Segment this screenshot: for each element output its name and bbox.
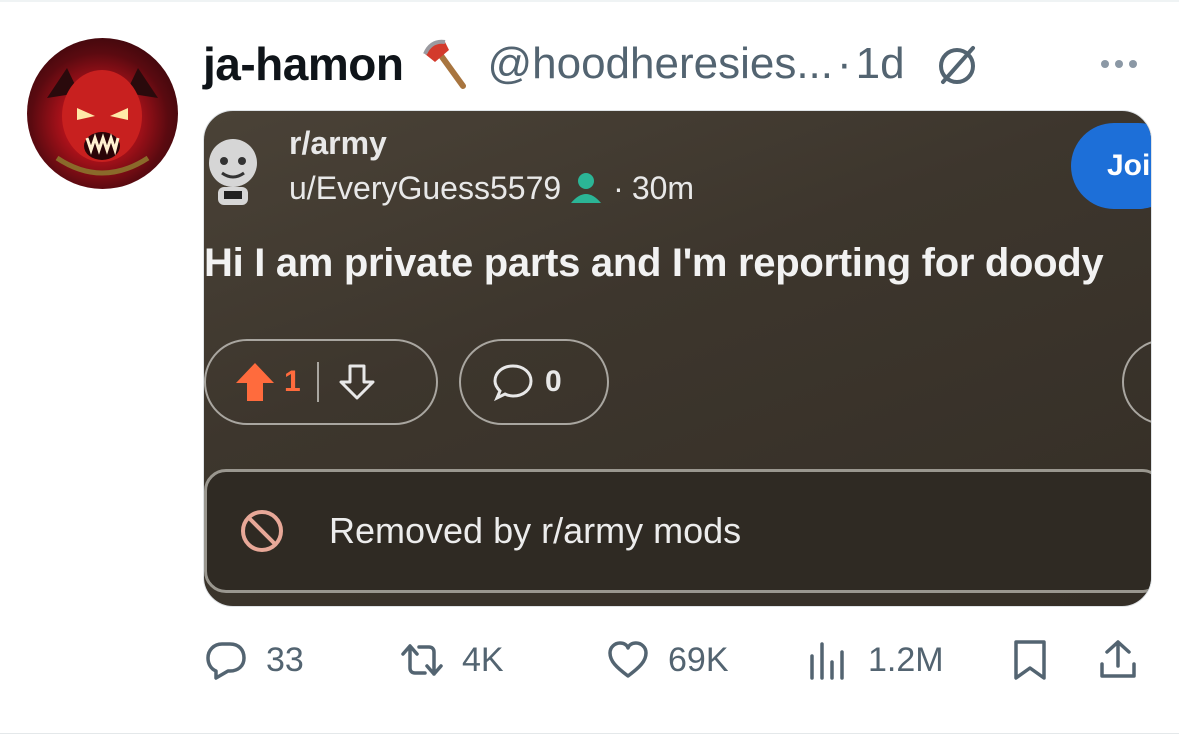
share-pill-partial: [1122, 339, 1151, 425]
views-button[interactable]: 1.2M: [806, 630, 944, 690]
repost-button[interactable]: 4K: [400, 630, 504, 690]
removed-notice: Removed by r/army mods: [204, 469, 1151, 593]
axe-emoji-icon: [423, 39, 467, 89]
vote-divider: [316, 362, 319, 402]
embedded-screenshot[interactable]: r/army u/EveryGuess5579 · 30m Joi Hi I a…: [203, 110, 1152, 607]
views-count: 1.2M: [868, 640, 944, 679]
avatar-image: [47, 68, 158, 176]
author-row: u/EveryGuess5579 · 30m: [289, 169, 694, 207]
removed-text: Removed by r/army mods: [329, 510, 742, 551]
comment-pill: 0: [459, 339, 609, 425]
subreddit-name: r/army: [289, 125, 387, 161]
post-time[interactable]: 1d: [856, 39, 905, 89]
avatar[interactable]: [27, 38, 178, 189]
join-button: Joi: [1071, 123, 1151, 209]
post-title: Hi I am private parts and I'm reporting …: [204, 241, 1104, 285]
bookmark-icon: [1014, 640, 1046, 680]
top-divider: [0, 0, 1179, 2]
like-count: 69K: [668, 640, 729, 679]
reply-count: 33: [266, 640, 304, 679]
share-icon: [1100, 640, 1136, 678]
downvote-icon: [339, 364, 375, 400]
more-icon[interactable]: [1095, 40, 1143, 88]
like-button[interactable]: 69K: [606, 630, 729, 690]
grok-icon[interactable]: [933, 40, 981, 88]
display-name[interactable]: ja-hamon: [203, 37, 404, 91]
header-separator: ·: [837, 39, 852, 88]
author-separator: ·: [613, 169, 624, 206]
reply-button[interactable]: 33: [204, 630, 304, 690]
upvote-count: 1: [284, 365, 301, 398]
removed-icon: [241, 510, 283, 552]
snoo-avatar-icon: [209, 139, 257, 205]
comment-count: 0: [545, 365, 562, 398]
like-icon: [608, 641, 648, 678]
views-icon: [810, 642, 844, 680]
post-age: 30m: [631, 169, 695, 206]
person-icon: [571, 173, 602, 203]
tweet-header: ja-hamon @hoodheresies... · 1d: [203, 32, 1163, 96]
bookmark-button[interactable]: [1008, 630, 1052, 690]
repost-count: 4K: [462, 640, 504, 679]
handle[interactable]: @hoodheresies...: [487, 39, 833, 89]
repost-icon: [401, 644, 443, 676]
reply-icon: [206, 642, 246, 680]
upvote-icon: [236, 363, 274, 401]
comment-bubble-icon: [493, 364, 533, 402]
share-button[interactable]: [1096, 630, 1140, 690]
action-bar: 33 4K 69K 1.2M: [0, 630, 1179, 690]
post-author: u/EveryGuess5579: [289, 169, 562, 206]
vote-pill: 1: [204, 339, 438, 425]
